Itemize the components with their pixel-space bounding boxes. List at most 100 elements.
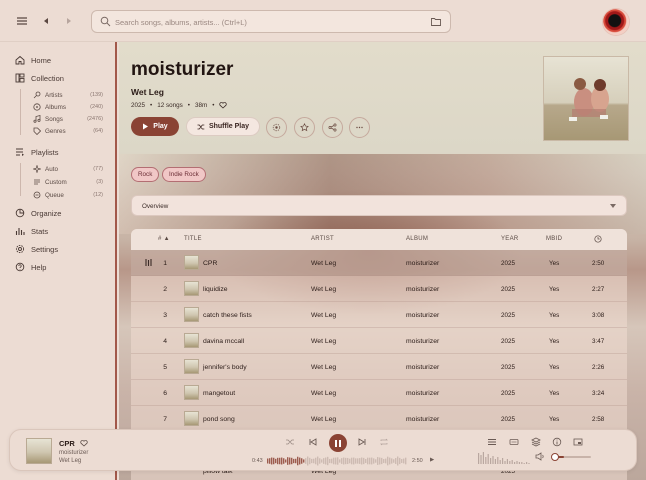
genre-tag[interactable]: Indie Rock — [162, 167, 206, 182]
chevron-down-icon — [610, 204, 616, 208]
column-header-album[interactable]: ALBUM — [406, 236, 428, 242]
sort-asc-icon: ▲ — [163, 236, 170, 242]
track-artist[interactable]: Wet Leg — [311, 364, 336, 371]
miniplayer-button[interactable] — [572, 437, 584, 449]
spectrum-bar — [482, 452, 484, 464]
track-year: 2025 — [501, 286, 516, 293]
track-title[interactable]: pond song — [203, 416, 235, 423]
track-artist[interactable]: Wet Leg — [311, 260, 336, 267]
spectrum-bar — [497, 457, 499, 464]
track-title[interactable]: catch these fists — [203, 312, 252, 319]
shuffle-play-button[interactable]: Shuffle Play — [186, 117, 260, 136]
sidebar-item-albums[interactable]: Albums (240) — [33, 103, 103, 111]
radio-button[interactable] — [266, 117, 287, 138]
track-album[interactable]: moisturizer — [406, 286, 439, 293]
sidebar-item-stats[interactable]: Stats — [15, 226, 48, 236]
count-badge: (139) — [90, 92, 103, 98]
heart-icon[interactable] — [80, 439, 88, 447]
now-playing-artist[interactable]: Wet Leg — [59, 458, 81, 464]
track-title[interactable]: mangetout — [203, 390, 235, 397]
column-header-year[interactable]: YEAR — [501, 236, 519, 242]
table-row[interactable]: 2 liquidize Wet Leg moisturizer 2025 Yes… — [131, 276, 627, 302]
add-to-playlist-button[interactable] — [294, 117, 315, 138]
page-title: moisturizer — [131, 59, 234, 80]
heart-icon[interactable] — [219, 101, 228, 109]
artist-link[interactable]: Wet Leg — [131, 87, 164, 97]
lyrics-button[interactable] — [508, 437, 520, 449]
now-playing-title[interactable]: CPR — [59, 439, 88, 448]
waveform-bar — [387, 456, 389, 466]
share-button[interactable] — [322, 117, 343, 138]
track-title[interactable]: davina mccall — [203, 338, 244, 345]
count-badge: (240) — [90, 104, 103, 110]
track-album[interactable]: moisturizer — [406, 338, 439, 345]
column-header-number[interactable]: # ▲ — [158, 236, 170, 242]
track-album[interactable]: moisturizer — [406, 312, 439, 319]
album-meta: 2025 • 12 songs • 38m • — [131, 101, 228, 109]
sidebar-item-home[interactable]: Home — [15, 55, 51, 65]
album-cover — [543, 56, 629, 141]
avatar[interactable] — [603, 9, 629, 35]
column-header-artist[interactable]: ARTIST — [311, 236, 334, 242]
table-row[interactable]: 6 mangetout Wet Leg moisturizer 2025 Yes… — [131, 380, 627, 406]
volume-icon[interactable] — [535, 452, 545, 463]
sidebar-item-songs[interactable]: Songs (2476) — [33, 115, 103, 123]
track-artist[interactable]: Wet Leg — [311, 416, 336, 423]
now-playing-thumbnail[interactable] — [26, 438, 52, 464]
sidebar-item-custom[interactable]: Custom (3) — [33, 178, 103, 186]
count-badge: (64) — [93, 128, 103, 134]
next-button[interactable] — [356, 437, 368, 449]
sidebar-item-collection[interactable]: Collection — [15, 73, 64, 83]
background-band — [119, 154, 646, 234]
table-row[interactable]: 1 CPR Wet Leg moisturizer 2025 Yes 2:50 — [131, 250, 627, 276]
waveform-seekbar[interactable] — [267, 456, 407, 466]
pause-button[interactable] — [329, 434, 347, 452]
track-artist[interactable]: Wet Leg — [311, 286, 336, 293]
track-album[interactable]: moisturizer — [406, 416, 439, 423]
repeat-button[interactable] — [378, 437, 390, 449]
track-artist[interactable]: Wet Leg — [311, 338, 336, 345]
track-title[interactable]: CPR — [203, 260, 217, 267]
info-button[interactable] — [551, 437, 563, 449]
sidebar-item-playlists[interactable]: Playlists — [15, 147, 59, 157]
forward-icon[interactable] — [62, 14, 76, 28]
sidebar-item-help[interactable]: Help — [15, 262, 46, 272]
track-album[interactable]: moisturizer — [406, 364, 439, 371]
search-input[interactable] — [115, 14, 415, 30]
shuffle-button[interactable] — [284, 437, 296, 449]
play-button[interactable]: Play — [131, 117, 179, 136]
genre-tag[interactable]: Rock — [131, 167, 160, 182]
sidebar-item-label: Songs — [45, 115, 63, 123]
more-button[interactable] — [349, 117, 370, 138]
back-icon[interactable] — [39, 14, 53, 28]
search-bar[interactable] — [91, 10, 451, 33]
track-album[interactable]: moisturizer — [406, 260, 439, 267]
track-artist[interactable]: Wet Leg — [311, 390, 336, 397]
table-row[interactable]: 5 jennifer's body Wet Leg moisturizer 20… — [131, 354, 627, 380]
sidebar-item-genres[interactable]: Genres (64) — [33, 127, 103, 135]
sidebar-item-settings[interactable]: Settings — [15, 244, 58, 254]
track-artist[interactable]: Wet Leg — [311, 312, 336, 319]
queue-button[interactable] — [486, 437, 498, 449]
column-header-duration[interactable] — [594, 235, 602, 245]
track-title[interactable]: jennifer's body — [203, 364, 247, 371]
table-row[interactable]: 4 davina mccall Wet Leg moisturizer 2025… — [131, 328, 627, 354]
volume-handle[interactable] — [551, 453, 559, 461]
menu-icon[interactable] — [15, 14, 29, 28]
forward-small-icon[interactable]: ▶ — [430, 457, 434, 463]
column-header-title[interactable]: TITLE — [184, 236, 202, 242]
table-row[interactable]: 3 catch these fists Wet Leg moisturizer … — [131, 302, 627, 328]
layers-button[interactable] — [530, 437, 542, 449]
sidebar-item-queue[interactable]: Queue (12) — [33, 191, 103, 199]
track-album[interactable]: moisturizer — [406, 390, 439, 397]
track-duration: 3:08 — [592, 312, 605, 319]
sidebar-item-organize[interactable]: Organize — [15, 208, 61, 218]
previous-button[interactable] — [307, 437, 319, 449]
now-playing-album[interactable]: moisturizer — [59, 450, 88, 456]
overview-dropdown[interactable]: Overview — [131, 195, 627, 216]
sidebar-item-artists[interactable]: Artists (139) — [33, 91, 103, 99]
folder-icon[interactable] — [431, 17, 441, 26]
column-header-mbid[interactable]: MBID — [546, 236, 562, 242]
sidebar-item-auto[interactable]: Auto (77) — [33, 165, 103, 173]
track-title[interactable]: liquidize — [203, 286, 228, 293]
